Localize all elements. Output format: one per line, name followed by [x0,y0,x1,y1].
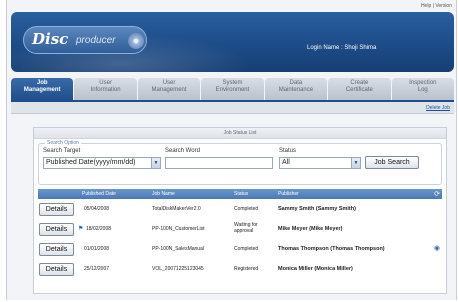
flag-icon: ⚑ [78,226,84,232]
search-target-value: Published Date(yyyy/mm/dd) [46,159,136,166]
tab-job-management[interactable]: Job Management [11,78,74,100]
row-date: 25/12/2007 [84,266,110,272]
logo-producer-text: producer [76,35,116,46]
top-links: Help | Version [421,3,452,9]
tab-data-maintenance[interactable]: Data Maintenance [264,78,328,100]
disc-icon[interactable]: ◉ [434,244,440,252]
job-search-button[interactable]: Job Search [365,156,419,169]
logo-disc-text: Disc [32,30,69,48]
row-publisher: Sammy Smith (Sammy Smith) [278,206,356,212]
job-table: Published Date Job Name Status Publisher… [38,189,442,279]
row-job-name: PP-100N_CustomerList [152,226,205,232]
application-frame: Help | Version Disc producer Login Name … [6,0,457,300]
column-header-job[interactable]: Job Name [152,191,175,197]
search-target-select[interactable]: Published Date(yyyy/mm/dd) ▼ [43,157,161,169]
column-header-date[interactable]: Published Date [82,191,116,197]
details-button[interactable]: Details [39,263,74,276]
row-publisher: Mike Meyer (Mike Meyer) [278,226,343,232]
table-row: Details ⚑ 18/02/2008 PP-100N_CustomerLis… [38,219,442,239]
status-select[interactable]: All ▼ [279,157,361,169]
search-word-label: Search Word [165,148,200,154]
job-status-panel: Job Status List Search Option Search Tar… [33,127,447,294]
column-header-status[interactable]: Status [234,191,248,197]
row-status: Waiting for approval [234,222,258,234]
main-tabs: Job Management User Information User Manage… [11,78,454,100]
details-button[interactable]: Details [39,243,74,256]
table-row: Details 25/12/2007 VOL_20071225123045 Re… [38,259,442,279]
status-label: Status [279,148,297,154]
tab-user-management[interactable]: User Management [137,78,201,100]
tab-user-information[interactable]: User Information [74,78,137,100]
tab-system-environment[interactable]: System Environment [201,78,264,100]
delete-job-link[interactable]: Delete Job [426,105,450,111]
details-button[interactable]: Details [39,223,74,236]
row-date: 01/01/2008 [84,246,110,252]
version-link[interactable]: Version [435,3,452,9]
chevron-down-icon[interactable]: ▼ [351,158,360,168]
row-publisher: Monica Miller (Monica Miller) [278,266,353,272]
chevron-down-icon[interactable]: ▼ [151,158,160,168]
details-button[interactable]: Details [39,203,74,216]
tab-inspection-log[interactable]: Inspection Log [391,78,454,100]
row-date: 05/04/2008 [84,206,110,212]
search-option-legend: Search Option [45,140,81,146]
action-bar: Delete Job [11,102,454,114]
search-option-group: Search Option Search Target Search Word … [38,140,442,185]
search-target-label: Search Target [43,148,81,154]
help-link[interactable]: Help [421,3,431,9]
column-header-publisher[interactable]: Publisher [278,191,299,197]
row-job-name: TotalDiskMakerVer2.0 [152,206,201,212]
refresh-icon[interactable]: ⟳ [434,190,440,198]
row-status: Completed [234,246,259,252]
status-select-value: All [282,159,290,166]
row-status: Registered [234,266,259,272]
disc-icon [128,33,144,49]
row-job-name: PP-100N_SalesManual [152,246,204,252]
tab-create-certificate[interactable]: Create Certificate [328,78,391,100]
table-header: Published Date Job Name Status Publisher… [38,189,442,199]
search-word-input[interactable] [165,157,273,169]
row-job-name: VOL_20071225123045 [152,266,204,272]
row-date: 18/02/2008 [86,226,112,232]
panel-title: Job Status List [34,128,446,139]
header-banner: Disc producer Login Name : Shoji Shima [11,12,454,72]
app-logo: Disc producer [23,26,147,54]
table-row: Details 05/04/2008 TotalDiskMakerVer2.0 … [38,199,442,219]
row-publisher: Thomas Thompson (Thomas Thompson) [278,246,385,252]
row-status: Completed [234,206,259,212]
login-name: Login Name : Shoji Shima [307,45,377,51]
table-row: Details 01/01/2008 PP-100N_SalesManual C… [38,239,442,259]
